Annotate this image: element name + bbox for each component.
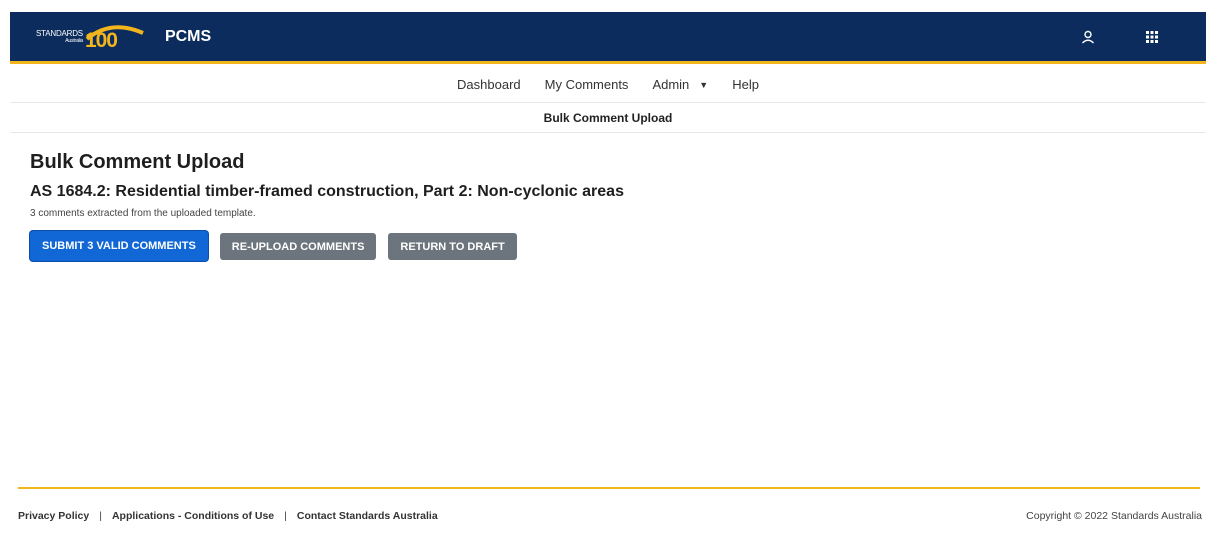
nav-my-comments-label: My Comments — [544, 77, 629, 92]
return-to-draft-button[interactable]: RETURN TO DRAFT — [388, 233, 517, 260]
app-title[interactable]: PCMS — [165, 28, 211, 46]
sub-nav-label[interactable]: Bulk Comment Upload — [544, 111, 673, 125]
reupload-comments-button[interactable]: RE-UPLOAD COMMENTS — [219, 233, 377, 260]
standard-title: AS 1684.2: Residential timber-framed con… — [30, 183, 624, 200]
footer-divider — [18, 487, 1200, 489]
nav-admin-label: Admin — [652, 77, 690, 92]
page: STANDARDS Australia 100 PCMS Dashboard M… — [0, 0, 1206, 547]
conditions-of-use-link[interactable]: Applications - Conditions of Use — [112, 510, 274, 522]
top-header-bar: STANDARDS Australia 100 PCMS — [10, 12, 1206, 64]
logo-number: 100 — [84, 28, 118, 52]
contact-link[interactable]: Contact Standards Australia — [297, 510, 438, 522]
standards-australia-logo[interactable]: STANDARDS Australia 100 — [36, 22, 147, 52]
main-content: Bulk Comment Upload AS 1684.2: Residenti… — [30, 151, 624, 261]
footer: Privacy Policy | Applications - Conditio… — [18, 508, 1202, 524]
nav-my-comments[interactable]: My Comments — [545, 77, 629, 92]
sub-nav-title: Bulk Comment Upload — [10, 104, 1206, 133]
main-nav: Dashboard My Comments Admin ▼ Help — [10, 67, 1206, 103]
footer-separator: | — [99, 510, 102, 522]
submit-valid-comments-button[interactable]: SUBMIT 3 VALID COMMENTS — [30, 231, 208, 261]
privacy-policy-link[interactable]: Privacy Policy — [18, 510, 89, 522]
action-buttons: SUBMIT 3 VALID COMMENTS RE-UPLOAD COMMEN… — [30, 231, 624, 261]
logo-text: STANDARDS — [36, 28, 83, 38]
nav-dashboard[interactable]: Dashboard — [457, 77, 521, 92]
user-icon[interactable] — [1080, 29, 1096, 45]
nav-help[interactable]: Help — [732, 77, 759, 92]
footer-links: Privacy Policy | Applications - Conditio… — [18, 510, 438, 522]
nav-dashboard-label: Dashboard — [457, 77, 521, 92]
footer-separator: | — [284, 510, 287, 522]
page-title: Bulk Comment Upload — [30, 151, 245, 173]
extraction-info: 3 comments extracted from the uploaded t… — [30, 208, 256, 219]
caret-down-icon: ▼ — [699, 79, 709, 90]
logo-mark: 100 — [85, 23, 147, 51]
nav-admin-dropdown[interactable]: Admin ▼ — [652, 77, 708, 92]
apps-grid-icon[interactable] — [1144, 29, 1160, 45]
copyright-text: Copyright © 2022 Standards Australia — [1026, 510, 1202, 522]
nav-help-label: Help — [732, 77, 759, 92]
logo-subtext: Australia — [65, 37, 83, 44]
header-icons — [1080, 29, 1160, 45]
